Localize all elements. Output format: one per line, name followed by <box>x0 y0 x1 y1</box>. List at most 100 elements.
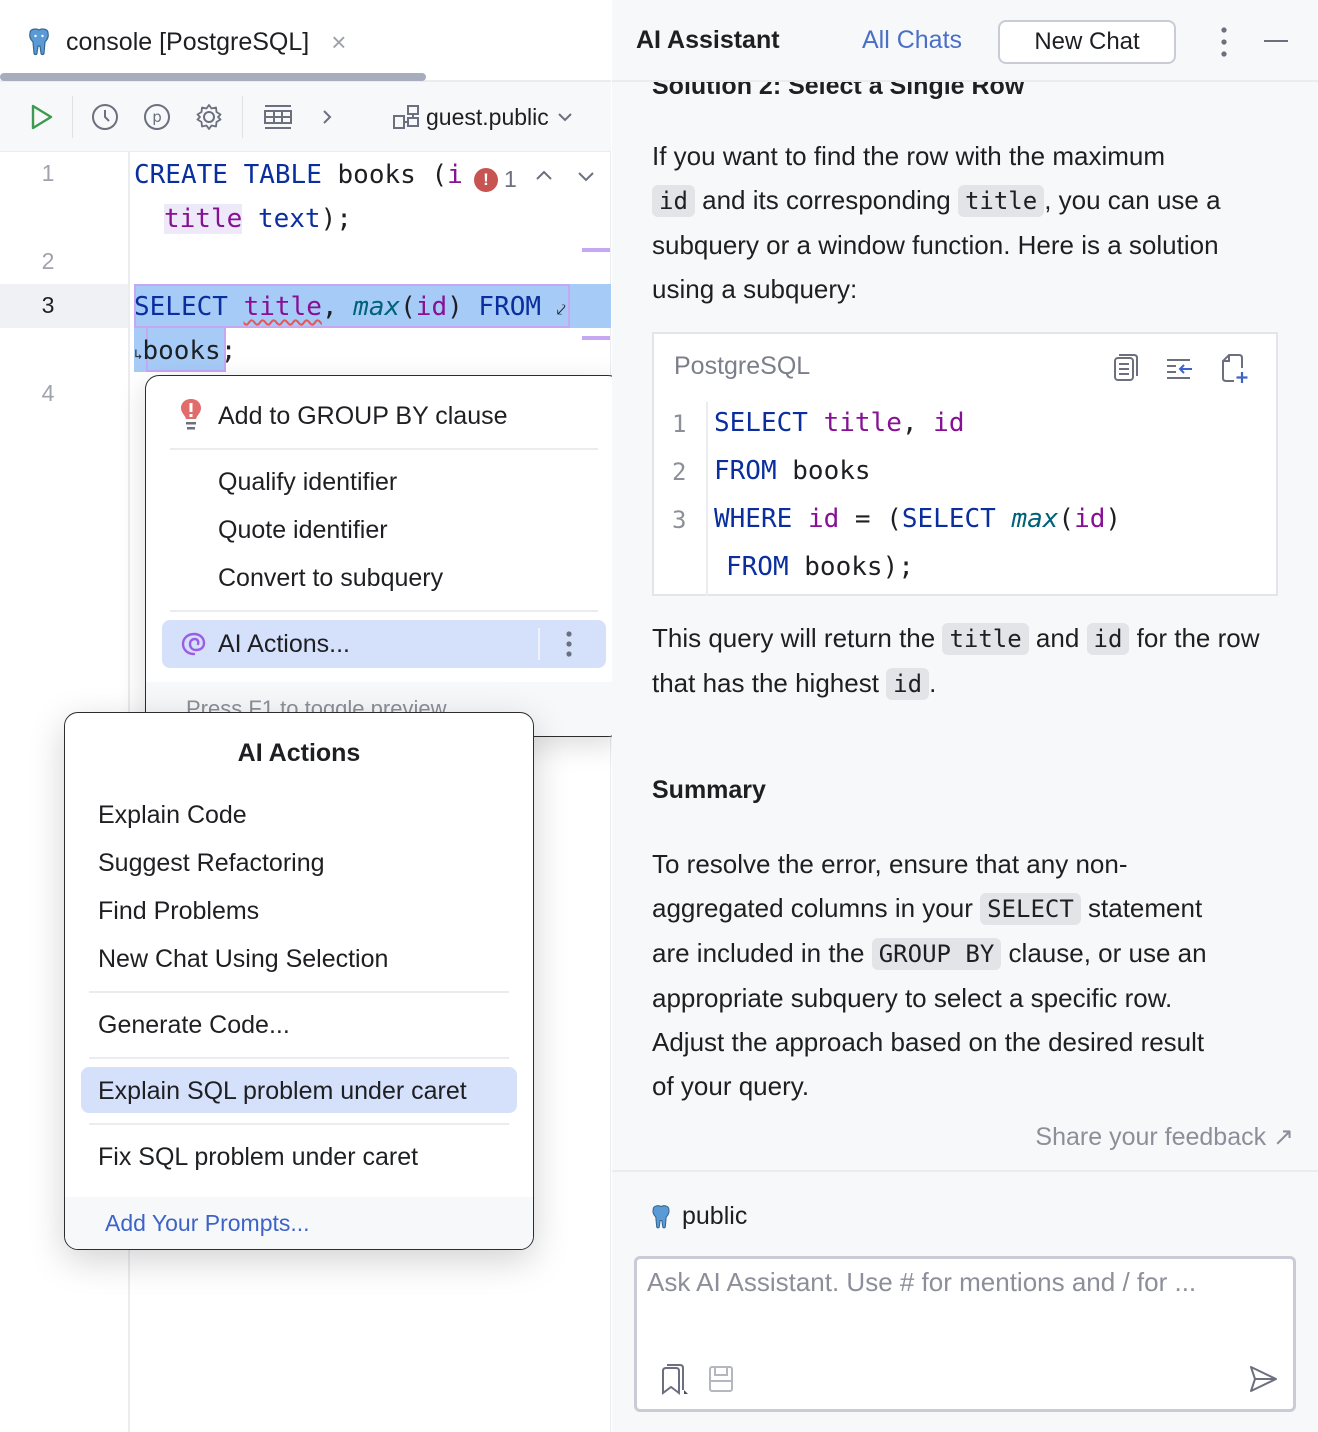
new-file-icon[interactable] <box>1218 352 1250 384</box>
intention-item-convert-to-subquery[interactable]: Convert to subquery <box>218 564 443 593</box>
add-your-prompts-link[interactable]: Add Your Prompts... <box>105 1210 310 1237</box>
parameters-icon[interactable]: p <box>140 100 174 134</box>
tab-console[interactable]: console [PostgreSQL] × <box>24 22 346 62</box>
ai-actions-title: AI Actions <box>237 739 361 767</box>
minimize-icon[interactable] <box>1264 40 1288 42</box>
settings-icon[interactable] <box>192 100 226 134</box>
scrollbar-marker <box>582 336 610 340</box>
share-feedback-link[interactable]: Share your feedback ↗ <box>1035 1122 1294 1152</box>
next-problem-icon[interactable] <box>576 166 596 192</box>
code-line: FROM books); <box>726 552 914 582</box>
ai-spiral-icon <box>181 632 206 656</box>
menu-separator <box>89 1057 509 1059</box>
line-number: 3 <box>672 506 687 534</box>
panel-title: AI Assistant <box>636 26 780 54</box>
problems-count: 1 <box>504 166 517 192</box>
ai-action-generate-code[interactable]: Generate Code... <box>98 1011 290 1040</box>
submenu-divider <box>538 628 540 660</box>
code-line: FROM books <box>714 456 871 486</box>
chevron-down-icon <box>558 113 572 122</box>
problems-indicator[interactable]: ! 1 <box>474 166 517 193</box>
menu-separator <box>170 610 598 612</box>
solution-heading: Solution 2: Select a Single Row <box>652 82 1025 100</box>
previous-problem-icon[interactable] <box>534 166 554 192</box>
intention-item-qualify-identifier[interactable]: Qualify identifier <box>218 468 397 497</box>
schema-selector[interactable]: guest.public <box>392 100 575 134</box>
send-icon[interactable] <box>1247 1363 1279 1395</box>
editor-toolbar: p guest.public <box>0 82 611 152</box>
inline-code: title <box>957 185 1045 217</box>
scrollbar-marker <box>582 248 610 252</box>
ai-action-new-chat-using-selection[interactable]: New Chat Using Selection <box>98 945 388 974</box>
chat-messages[interactable]: Solution 2: Select a Single Row If you w… <box>612 82 1318 1170</box>
more-options-icon[interactable] <box>1216 26 1232 58</box>
error-icon: ! <box>474 167 498 192</box>
schema-icon <box>393 105 419 129</box>
quick-fix-bulb-icon <box>181 399 201 430</box>
code-line-3-wrap: ↳books; <box>134 336 237 366</box>
code-line-3: SELECT title, max(id) FROM ⤦ <box>134 292 566 322</box>
new-chat-button[interactable]: New Chat <box>998 20 1176 64</box>
ai-action-fix-sql-problem[interactable]: Fix SQL problem under caret <box>98 1143 418 1172</box>
history-icon[interactable] <box>88 100 122 134</box>
ai-assistant-panel: AI Assistant All Chats New Chat Solution… <box>612 0 1318 1432</box>
code-block-gutter <box>706 402 708 596</box>
code-line: SELECT title, id <box>714 408 965 438</box>
all-chats-link[interactable]: All Chats <box>862 26 962 55</box>
table-view-icon[interactable] <box>258 100 298 134</box>
error-squiggle: title <box>243 292 322 322</box>
copy-icon[interactable] <box>1110 352 1142 384</box>
tab-close-icon[interactable]: × <box>331 27 346 58</box>
chat-input[interactable] <box>647 1267 1283 1327</box>
code-block-language: PostgreSQL <box>674 352 811 380</box>
chat-input-area: public <box>612 1170 1318 1432</box>
more-options-icon[interactable] <box>564 630 574 658</box>
code-line: WHERE id = (SELECT max(id) <box>714 504 1122 534</box>
menu-separator <box>170 448 598 450</box>
intention-actions-popup: Add to GROUP BY clause Qualify identifie… <box>145 375 622 737</box>
context-label: public <box>682 1202 748 1230</box>
intention-item-add-to-group-by[interactable]: Add to GROUP BY clause <box>218 402 508 431</box>
toolbar-separator <box>242 96 243 138</box>
menu-separator <box>89 1123 509 1125</box>
ai-action-find-problems[interactable]: Find Problems <box>98 897 259 926</box>
ai-actions-label: AI Actions... <box>218 630 351 658</box>
inline-code: id <box>1086 623 1130 655</box>
save-prompt-icon[interactable] <box>705 1363 737 1395</box>
ai-actions-popup: AI Actions Explain Code Suggest Refactor… <box>64 712 534 1250</box>
svg-text:p: p <box>152 108 162 126</box>
chat-paragraph: To resolve the error, ensure that any no… <box>652 849 1207 1101</box>
line-number: 2 <box>41 248 55 274</box>
intention-item-quote-identifier[interactable]: Quote identifier <box>218 516 388 545</box>
run-icon[interactable] <box>24 100 58 134</box>
inline-code: title <box>942 623 1029 655</box>
inline-code: GROUP BY <box>871 938 1002 970</box>
postgresql-elephant-icon <box>652 1204 670 1228</box>
line-number: 1 <box>672 410 687 438</box>
context-chip[interactable]: public <box>648 1202 747 1231</box>
ai-action-suggest-refactoring[interactable]: Suggest Refactoring <box>98 849 325 878</box>
line-number: 3 <box>41 292 55 318</box>
inline-code: id <box>652 185 695 217</box>
toolbar-separator <box>72 96 73 138</box>
menu-separator <box>89 991 509 993</box>
chat-paragraph: This query will return the title and id … <box>652 623 1260 700</box>
line-number: 1 <box>41 160 55 186</box>
inline-code: SELECT <box>980 893 1081 925</box>
chevron-right-icon[interactable] <box>310 100 344 134</box>
ai-action-explain-code[interactable]: Explain Code <box>98 801 247 830</box>
schema-label: guest.public <box>426 103 549 130</box>
line-number: 2 <box>672 458 687 486</box>
chat-paragraph: If you want to find the row with the max… <box>652 141 1221 304</box>
line-number: 4 <box>41 380 55 406</box>
intention-item-ai-actions[interactable]: AI Actions... <box>162 620 606 668</box>
insert-snippet-icon[interactable] <box>1164 352 1196 384</box>
prompt-library-icon[interactable] <box>657 1363 689 1395</box>
code-block: PostgreSQL 1 2 3 SELECT title, id FROM b… <box>652 332 1278 596</box>
editor-pane: console [PostgreSQL] × p guest.public 1 … <box>0 0 622 1432</box>
ai-action-explain-sql-problem[interactable]: Explain SQL problem under caret <box>98 1077 467 1106</box>
active-tab-indicator <box>0 73 426 81</box>
popup-footer: Add Your Prompts... <box>65 1197 533 1249</box>
editor-tab-bar: console [PostgreSQL] × <box>0 0 611 82</box>
summary-heading: Summary <box>652 776 766 804</box>
